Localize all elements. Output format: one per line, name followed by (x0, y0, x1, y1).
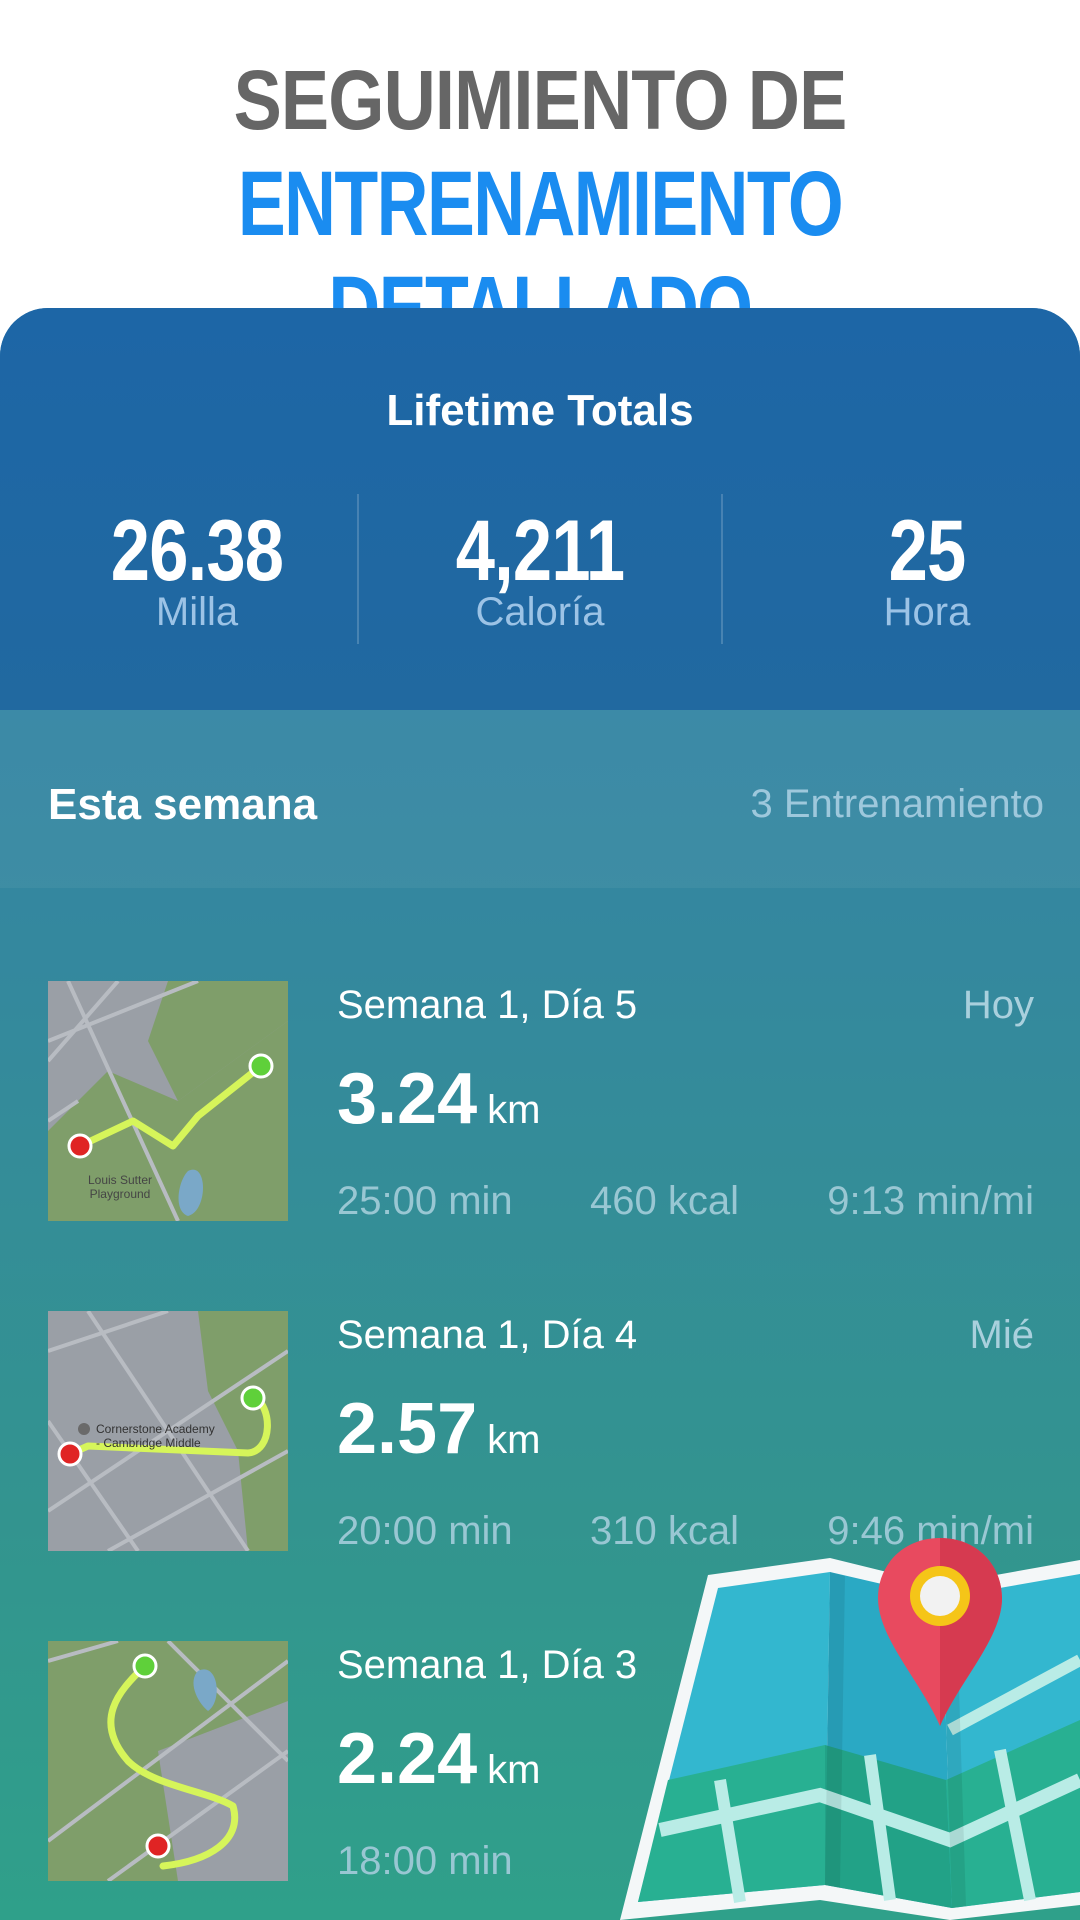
workout-distance: 3.24 km (337, 1059, 540, 1139)
route-map-icon: Louis Sutter Playground (48, 981, 288, 1221)
route-map-thumbnail: Louis Sutter Playground (48, 981, 288, 1221)
folded-map-icon (620, 1538, 1080, 1920)
stat-value: 4,211 (455, 503, 625, 599)
workout-pace: 9:13 min/mi (827, 1179, 1034, 1223)
workout-day: Mié (969, 1313, 1034, 1357)
workout-day: Hoy (962, 983, 1034, 1027)
stat-value: 26.38 (110, 503, 284, 599)
map-label: Louis Sutter (88, 1173, 152, 1187)
folded-map-illustration (620, 1530, 1080, 1920)
route-map-icon: Cornerstone Academy - Cambridge Middle (48, 1311, 288, 1551)
stat-calories: 4,211 Caloría (360, 508, 720, 632)
distance-value: 2.57 (337, 1389, 478, 1469)
promo-headline: SEGUIMIENTO DE ENTRENAMIENTO DETALLADO (0, 0, 1080, 360)
this-week-title: Esta semana (48, 780, 318, 829)
stat-hours: 25 Hora (747, 508, 1080, 632)
lifetime-totals-panel: Lifetime Totals 26.38 Milla 4,211 Calorí… (0, 308, 1080, 710)
workout-name: Semana 1, Día 5 (337, 983, 638, 1027)
distance-unit: km (487, 1088, 541, 1132)
lifetime-totals-title: Lifetime Totals (386, 386, 694, 435)
workout-name: Semana 1, Día 3 (337, 1643, 638, 1687)
workout-list-item[interactable]: Cornerstone Academy - Cambridge Middle S… (0, 1311, 1080, 1553)
map-label: Playground (90, 1187, 151, 1201)
workout-duration: 25:00 min (337, 1179, 513, 1223)
stat-divider (721, 494, 723, 644)
route-map-thumbnail: Cornerstone Academy - Cambridge Middle (48, 1311, 288, 1551)
workout-distance: 2.24 km (337, 1719, 540, 1799)
distance-unit: km (487, 1748, 541, 1792)
distance-unit: km (487, 1418, 541, 1462)
stat-divider (357, 494, 359, 644)
workout-name: Semana 1, Día 4 (337, 1313, 638, 1357)
headline-line-1: SEGUIMIENTO DE (233, 53, 848, 147)
distance-value: 3.24 (337, 1059, 478, 1139)
workout-calories: 460 kcal (590, 1179, 739, 1223)
route-map-icon (48, 1641, 288, 1881)
map-label: Cornerstone Academy (96, 1422, 215, 1436)
distance-value: 2.24 (337, 1719, 478, 1799)
workout-list-item[interactable]: Louis Sutter Playground Semana 1, Día 5 … (0, 981, 1080, 1223)
workout-duration: 18:00 min (337, 1839, 513, 1883)
stat-miles: 26.38 Milla (17, 508, 377, 632)
map-label: - Cambridge Middle (96, 1436, 201, 1450)
stat-value: 25 (888, 503, 967, 599)
this-week-header: Esta semana 3 Entrenamiento (0, 710, 1080, 888)
workout-count: 3 Entrenamiento (750, 782, 1044, 826)
workout-duration: 20:00 min (337, 1509, 513, 1553)
route-map-thumbnail (48, 1641, 288, 1881)
workout-distance: 2.57 km (337, 1389, 540, 1469)
